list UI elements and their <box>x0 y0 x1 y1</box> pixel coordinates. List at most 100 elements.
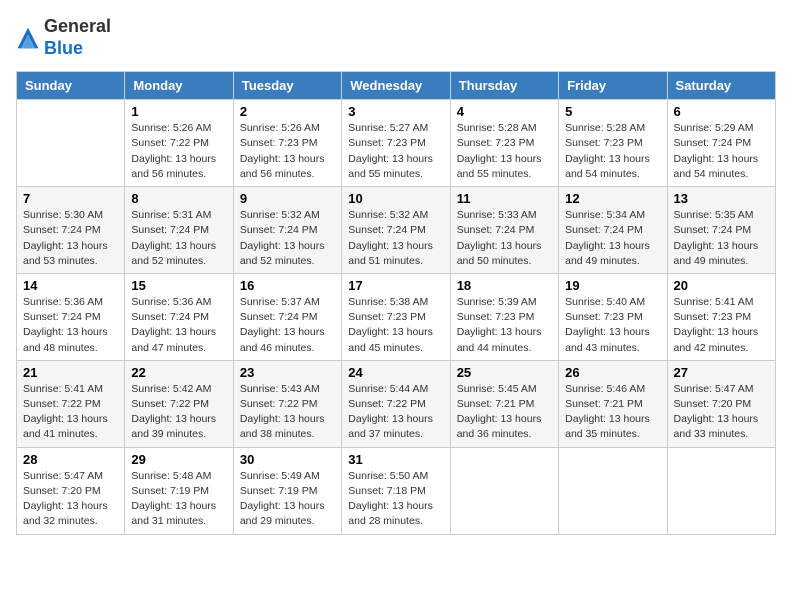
day-number: 11 <box>457 191 552 206</box>
calendar-cell: 18Sunrise: 5:39 AM Sunset: 7:23 PM Dayli… <box>450 273 558 360</box>
calendar-cell: 14 Sunrise: 5:36 AM Sunset: 7:24 PM Dayli… <box>17 273 125 360</box>
calendar-cell: 2 Sunrise: 5:26 AM Sunset: 7:23 PM Daylig… <box>233 100 341 187</box>
calendar-cell: 26 Sunrise: 5:46 AM Sunset: 7:21 PM Dayli… <box>559 360 667 447</box>
day-number: 2 <box>240 104 335 119</box>
day-info: Sunrise: 5:41 AM Sunset: 7:23 PM Dayligh… <box>674 295 769 356</box>
day-info: Sunrise: 5:37 AM Sunset: 7:24 PM Dayligh… <box>240 295 335 356</box>
day-info: Sunrise: 5:36 AM Sunset: 7:24 PM Dayligh… <box>131 295 226 356</box>
day-info: Sunrise: 5:49 AM Sunset: 7:19 PM Dayligh… <box>240 469 335 530</box>
day-info: Sunrise: 5:42 AM Sunset: 7:22 PM Dayligh… <box>131 382 226 443</box>
day-number: 6 <box>674 104 769 119</box>
calendar-cell: 7 Sunrise: 5:30 AM Sunset: 7:24 PM Daylig… <box>17 187 125 274</box>
calendar-table: SundayMondayTuesdayWednesdayThursdayFrid… <box>16 71 776 534</box>
calendar-cell: 25 Sunrise: 5:45 AM Sunset: 7:21 PM Dayli… <box>450 360 558 447</box>
day-info: Sunrise: 5:47 AM Sunset: 7:20 PM Dayligh… <box>23 469 118 530</box>
calendar-header-row: SundayMondayTuesdayWednesdayThursdayFrid… <box>17 72 776 100</box>
calendar-week-row: 14 Sunrise: 5:36 AM Sunset: 7:24 PM Dayli… <box>17 273 776 360</box>
day-number: 17 <box>348 278 443 293</box>
calendar-cell: 13Sunrise: 5:35 AM Sunset: 7:24 PM Dayli… <box>667 187 775 274</box>
calendar-week-row: 1Sunrise: 5:26 AM Sunset: 7:22 PM Daylig… <box>17 100 776 187</box>
day-number: 4 <box>457 104 552 119</box>
day-number: 27 <box>674 365 769 380</box>
calendar-header-friday: Friday <box>559 72 667 100</box>
day-info: Sunrise: 5:32 AM Sunset: 7:24 PM Dayligh… <box>240 208 335 269</box>
day-info: Sunrise: 5:33 AM Sunset: 7:24 PM Dayligh… <box>457 208 552 269</box>
logo-blue-text: Blue <box>44 38 83 58</box>
day-number: 29 <box>131 452 226 467</box>
day-number: 24 <box>348 365 443 380</box>
day-number: 26 <box>565 365 660 380</box>
day-info: Sunrise: 5:26 AM Sunset: 7:23 PM Dayligh… <box>240 121 335 182</box>
day-number: 19 <box>565 278 660 293</box>
day-number: 9 <box>240 191 335 206</box>
day-number: 30 <box>240 452 335 467</box>
day-number: 10 <box>348 191 443 206</box>
day-info: Sunrise: 5:50 AM Sunset: 7:18 PM Dayligh… <box>348 469 443 530</box>
calendar-cell: 19 Sunrise: 5:40 AM Sunset: 7:23 PM Dayli… <box>559 273 667 360</box>
calendar-cell: 6 Sunrise: 5:29 AM Sunset: 7:24 PM Daylig… <box>667 100 775 187</box>
calendar-cell: 9 Sunrise: 5:32 AM Sunset: 7:24 PM Daylig… <box>233 187 341 274</box>
calendar-week-row: 28Sunrise: 5:47 AM Sunset: 7:20 PM Dayli… <box>17 447 776 534</box>
day-info: Sunrise: 5:38 AM Sunset: 7:23 PM Dayligh… <box>348 295 443 356</box>
calendar-header-monday: Monday <box>125 72 233 100</box>
day-number: 5 <box>565 104 660 119</box>
calendar-cell: 4Sunrise: 5:28 AM Sunset: 7:23 PM Daylig… <box>450 100 558 187</box>
calendar-cell: 8 Sunrise: 5:31 AM Sunset: 7:24 PM Daylig… <box>125 187 233 274</box>
calendar-cell: 29Sunrise: 5:48 AM Sunset: 7:19 PM Dayli… <box>125 447 233 534</box>
day-info: Sunrise: 5:32 AM Sunset: 7:24 PM Dayligh… <box>348 208 443 269</box>
calendar-cell: 12 Sunrise: 5:34 AM Sunset: 7:24 PM Dayli… <box>559 187 667 274</box>
day-number: 23 <box>240 365 335 380</box>
calendar-cell: 16 Sunrise: 5:37 AM Sunset: 7:24 PM Dayli… <box>233 273 341 360</box>
logo-icon <box>16 26 40 50</box>
calendar-week-row: 7 Sunrise: 5:30 AM Sunset: 7:24 PM Daylig… <box>17 187 776 274</box>
day-info: Sunrise: 5:44 AM Sunset: 7:22 PM Dayligh… <box>348 382 443 443</box>
day-number: 13 <box>674 191 769 206</box>
day-number: 31 <box>348 452 443 467</box>
calendar-header-wednesday: Wednesday <box>342 72 450 100</box>
logo: General Blue <box>16 16 111 59</box>
day-number: 20 <box>674 278 769 293</box>
calendar-cell: 23 Sunrise: 5:43 AM Sunset: 7:22 PM Dayli… <box>233 360 341 447</box>
day-info: Sunrise: 5:36 AM Sunset: 7:24 PM Dayligh… <box>23 295 118 356</box>
day-info: Sunrise: 5:41 AM Sunset: 7:22 PM Dayligh… <box>23 382 118 443</box>
day-number: 1 <box>131 104 226 119</box>
day-number: 22 <box>131 365 226 380</box>
day-number: 25 <box>457 365 552 380</box>
day-info: Sunrise: 5:31 AM Sunset: 7:24 PM Dayligh… <box>131 208 226 269</box>
calendar-cell: 28Sunrise: 5:47 AM Sunset: 7:20 PM Dayli… <box>17 447 125 534</box>
day-info: Sunrise: 5:43 AM Sunset: 7:22 PM Dayligh… <box>240 382 335 443</box>
calendar-cell: 17 Sunrise: 5:38 AM Sunset: 7:23 PM Dayli… <box>342 273 450 360</box>
day-info: Sunrise: 5:28 AM Sunset: 7:23 PM Dayligh… <box>565 121 660 182</box>
day-info: Sunrise: 5:29 AM Sunset: 7:24 PM Dayligh… <box>674 121 769 182</box>
day-number: 8 <box>131 191 226 206</box>
calendar-cell <box>450 447 558 534</box>
day-number: 16 <box>240 278 335 293</box>
calendar-header-saturday: Saturday <box>667 72 775 100</box>
day-number: 7 <box>23 191 118 206</box>
calendar-cell: 21 Sunrise: 5:41 AM Sunset: 7:22 PM Dayli… <box>17 360 125 447</box>
day-info: Sunrise: 5:27 AM Sunset: 7:23 PM Dayligh… <box>348 121 443 182</box>
day-number: 21 <box>23 365 118 380</box>
day-info: Sunrise: 5:40 AM Sunset: 7:23 PM Dayligh… <box>565 295 660 356</box>
day-info: Sunrise: 5:30 AM Sunset: 7:24 PM Dayligh… <box>23 208 118 269</box>
page-header: General Blue <box>16 16 776 59</box>
calendar-cell: 20 Sunrise: 5:41 AM Sunset: 7:23 PM Dayli… <box>667 273 775 360</box>
calendar-cell: 24 Sunrise: 5:44 AM Sunset: 7:22 PM Dayli… <box>342 360 450 447</box>
calendar-cell: 15 Sunrise: 5:36 AM Sunset: 7:24 PM Dayli… <box>125 273 233 360</box>
day-info: Sunrise: 5:39 AM Sunset: 7:23 PM Dayligh… <box>457 295 552 356</box>
day-info: Sunrise: 5:34 AM Sunset: 7:24 PM Dayligh… <box>565 208 660 269</box>
day-info: Sunrise: 5:47 AM Sunset: 7:20 PM Dayligh… <box>674 382 769 443</box>
day-number: 3 <box>348 104 443 119</box>
calendar-header-tuesday: Tuesday <box>233 72 341 100</box>
calendar-cell: 1Sunrise: 5:26 AM Sunset: 7:22 PM Daylig… <box>125 100 233 187</box>
day-number: 12 <box>565 191 660 206</box>
day-info: Sunrise: 5:45 AM Sunset: 7:21 PM Dayligh… <box>457 382 552 443</box>
day-info: Sunrise: 5:46 AM Sunset: 7:21 PM Dayligh… <box>565 382 660 443</box>
logo-general-text: General <box>44 16 111 36</box>
day-number: 14 <box>23 278 118 293</box>
calendar-header-sunday: Sunday <box>17 72 125 100</box>
day-number: 15 <box>131 278 226 293</box>
calendar-week-row: 21 Sunrise: 5:41 AM Sunset: 7:22 PM Dayli… <box>17 360 776 447</box>
calendar-cell: 3 Sunrise: 5:27 AM Sunset: 7:23 PM Daylig… <box>342 100 450 187</box>
calendar-cell: 11 Sunrise: 5:33 AM Sunset: 7:24 PM Dayli… <box>450 187 558 274</box>
